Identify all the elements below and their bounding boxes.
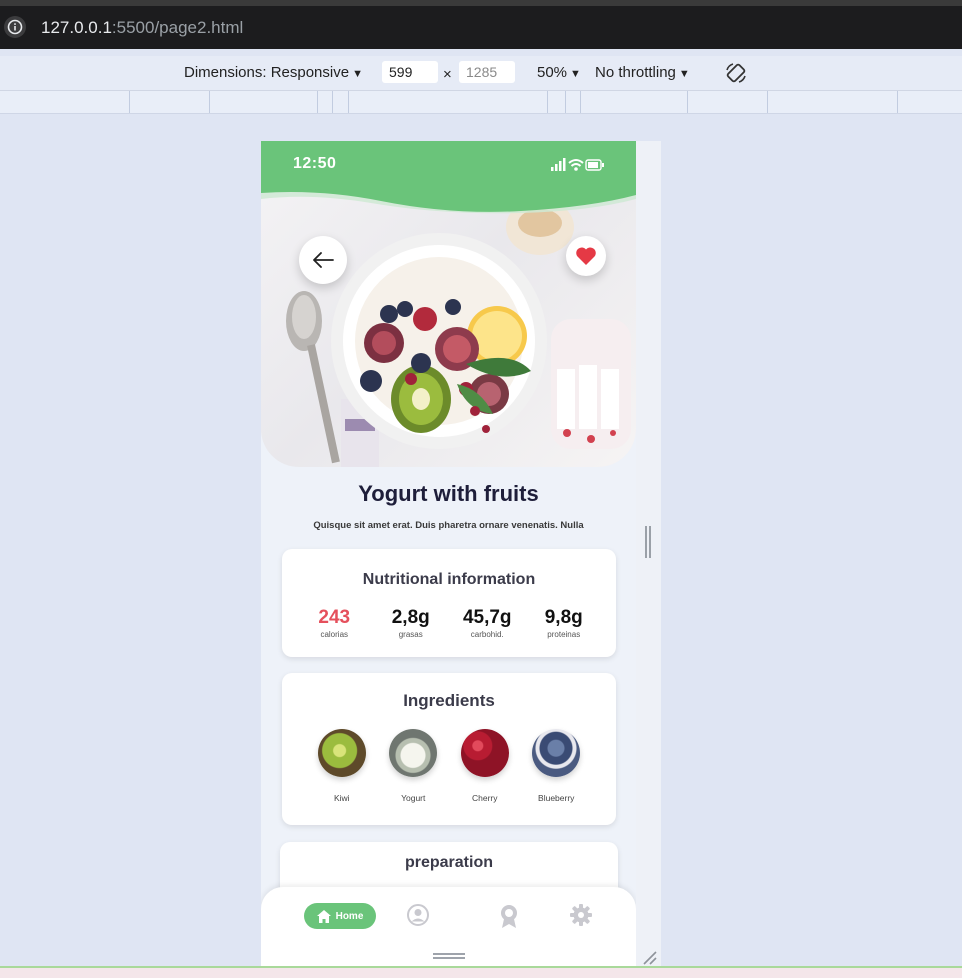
url-host: 127.0.0.1 bbox=[41, 18, 112, 37]
recipe-title: Yogurt with fruits bbox=[358, 481, 539, 506]
nav-home-label: Home bbox=[335, 910, 364, 922]
nutrient-label: calorias bbox=[320, 630, 349, 639]
ingredient-label: Kiwi bbox=[333, 793, 350, 803]
throttling-dropdown[interactable]: No throttling ▼ bbox=[595, 64, 690, 81]
back-button[interactable] bbox=[299, 236, 347, 284]
times-sign: × bbox=[443, 66, 452, 83]
ruler-marker bbox=[767, 91, 768, 113]
nav-awards-button[interactable] bbox=[499, 904, 519, 933]
status-time: 12:50 bbox=[293, 155, 337, 172]
bottom-resize-handle[interactable] bbox=[433, 953, 465, 959]
omnibox[interactable]: 127.0.0.1:5500/page2.html bbox=[0, 6, 962, 49]
ingredient-blueberry[interactable]: Blueberry bbox=[527, 729, 585, 803]
media-query-ruler[interactable] bbox=[0, 91, 962, 114]
nutrient-label: grasas bbox=[398, 630, 423, 639]
ingredient-kiwi[interactable]: Kiwi bbox=[313, 729, 371, 803]
dimensions-label: Dimensions: Responsive bbox=[184, 64, 350, 81]
zoom-dropdown[interactable]: 50% ▼ bbox=[537, 64, 581, 81]
ingredient-cherry[interactable]: Cherry bbox=[456, 729, 514, 803]
ruler-marker bbox=[565, 91, 566, 113]
height-input[interactable]: 1285 bbox=[459, 61, 515, 83]
arrow-left-icon bbox=[313, 252, 334, 268]
dimensions-dropdown[interactable]: Dimensions: Responsive ▼ bbox=[184, 64, 363, 81]
ruler-marker bbox=[209, 91, 210, 113]
preparation-title: preparation bbox=[404, 854, 493, 871]
food-photo bbox=[261, 189, 636, 467]
width-input[interactable]: 599 bbox=[382, 61, 438, 83]
url-text[interactable]: 127.0.0.1:5500/page2.html bbox=[41, 18, 243, 38]
nutrient-value: 243 bbox=[318, 607, 351, 628]
nutrient-label: proteinas bbox=[547, 630, 581, 639]
user-icon bbox=[407, 904, 429, 926]
nav-profile-button[interactable] bbox=[407, 904, 429, 931]
zoom-label: 50% bbox=[537, 64, 568, 81]
rotate-icon[interactable] bbox=[724, 61, 748, 89]
ruler-marker bbox=[580, 91, 581, 113]
yogurt-image bbox=[389, 729, 438, 777]
nav-settings-button[interactable] bbox=[570, 904, 592, 931]
heart-icon bbox=[576, 247, 596, 265]
kiwi-image bbox=[317, 729, 366, 777]
header-wave bbox=[261, 141, 636, 214]
yogurt-bowl-illustration bbox=[286, 199, 631, 467]
ingredient-label: Yogurt bbox=[401, 793, 426, 803]
status-icons bbox=[551, 158, 607, 177]
ruler-marker bbox=[332, 91, 333, 113]
ruler-marker bbox=[317, 91, 318, 113]
site-info-icon[interactable] bbox=[4, 16, 26, 38]
home-icon bbox=[316, 909, 331, 923]
nav-home-button[interactable]: Home bbox=[304, 903, 376, 929]
ingredient-yogurt[interactable]: Yogurt bbox=[384, 729, 442, 803]
corner-resize-icon[interactable] bbox=[641, 949, 657, 967]
ruler-marker bbox=[348, 91, 349, 113]
award-icon bbox=[501, 905, 517, 928]
signal-icon bbox=[551, 158, 566, 171]
ingredients-list: Kiwi Yogurt Cherry Blueberry bbox=[282, 729, 616, 803]
nutrient-value: 45,7g bbox=[462, 607, 512, 628]
nutrient-label: carbohid. bbox=[470, 630, 504, 639]
gear-icon bbox=[570, 904, 592, 926]
nutrient-carbs: 45,7g carbohid. bbox=[451, 607, 523, 639]
nutrient-protein: 9,8g proteinas bbox=[528, 607, 600, 639]
ruler-marker bbox=[129, 91, 130, 113]
blueberry-image bbox=[532, 729, 581, 777]
ingredients-title: Ingredients bbox=[403, 691, 495, 710]
nutrition-card: Nutritional information 243 calorias 2,8… bbox=[282, 549, 616, 657]
recipe-description: Quisque sit amet erat. Duis pharetra orn… bbox=[313, 520, 584, 531]
ingredient-label: Blueberry bbox=[538, 793, 575, 803]
page-bottom-edge bbox=[0, 966, 962, 978]
caret-down-icon: ▼ bbox=[678, 68, 690, 80]
nutrient-value: 9,8g bbox=[544, 607, 583, 628]
app-screen: 12:50 Yogurt with fruits Quisque sit ame… bbox=[261, 141, 636, 967]
url-path: :5500/page2.html bbox=[111, 18, 244, 37]
device-viewport: 12:50 Yogurt with fruits Quisque sit ame… bbox=[261, 141, 661, 967]
throttling-label: No throttling bbox=[595, 64, 676, 81]
caret-down-icon: ▼ bbox=[570, 68, 581, 80]
ingredient-label: Cherry bbox=[471, 793, 498, 803]
ingredients-card: Ingredients Kiwi Yogurt Cherry Blueberry bbox=[282, 673, 616, 825]
ruler-marker bbox=[687, 91, 688, 113]
nutrient-calories: 243 calorias bbox=[298, 607, 370, 639]
favorite-button[interactable] bbox=[566, 236, 606, 276]
device-toolbar: Dimensions: Responsive ▼ 599 × 1285 50% ▼ … bbox=[0, 56, 962, 91]
nutrition-title: Nutritional information bbox=[362, 571, 536, 588]
nutrition-values: 243 calorias 2,8g grasas 45,7g carbohid.… bbox=[282, 607, 616, 639]
nutrient-fat: 2,8g grasas bbox=[375, 607, 447, 639]
caret-down-icon: ▼ bbox=[352, 68, 363, 80]
ruler-marker bbox=[897, 91, 898, 113]
nutrient-value: 2,8g bbox=[391, 607, 430, 628]
address-bar: 127.0.0.1:5500/page2.html bbox=[0, 6, 962, 49]
resize-grip[interactable] bbox=[645, 526, 651, 558]
battery-icon bbox=[585, 159, 604, 171]
wifi-icon bbox=[568, 159, 584, 171]
ruler-marker bbox=[547, 91, 548, 113]
cherry-image bbox=[460, 729, 509, 777]
